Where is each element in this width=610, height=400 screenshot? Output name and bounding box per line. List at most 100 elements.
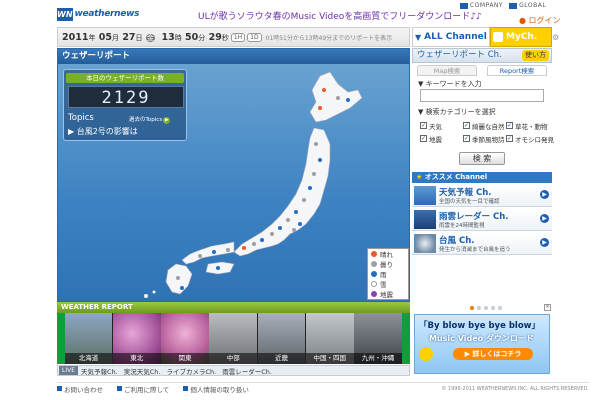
region-label: 関東 bbox=[161, 353, 209, 364]
earthquake-dot-icon bbox=[371, 291, 377, 297]
legend-snow: 雪 bbox=[368, 279, 408, 289]
region-photo[interactable]: 北海道 bbox=[64, 313, 113, 364]
live-item[interactable]: 天気予報Ch. bbox=[81, 366, 118, 376]
checkbox-checked-icon: ✓ bbox=[463, 122, 470, 129]
category-checkbox[interactable]: ✓ 草花・動物 bbox=[506, 121, 549, 131]
weather-report-heading: WEATHER REPORT bbox=[57, 302, 410, 313]
ad-headline: 「By blow bye bye blow」 bbox=[419, 321, 541, 331]
checkbox-checked-icon: ✓ bbox=[420, 135, 427, 142]
close-icon[interactable]: ✕ bbox=[544, 304, 551, 311]
legend-cloudy: 曇り bbox=[368, 259, 408, 269]
footer: お問い合わせ ご利用に際して 個人情報の取り扱い © 1996-2011 WEA… bbox=[57, 382, 589, 394]
region-photo[interactable]: 九州・沖縄 bbox=[354, 313, 402, 364]
copyright: © 1996-2011 WEATHERNEWS INC. ALL RIGHTS … bbox=[441, 385, 589, 392]
ad-cta-button[interactable]: ▶ 詳しくはコチラ bbox=[453, 348, 533, 360]
tab-map-search[interactable]: Map検索 bbox=[417, 65, 477, 76]
company-link[interactable]: COMPANY bbox=[460, 2, 503, 9]
arrow-right-icon: ▶ bbox=[540, 238, 549, 247]
topic-link[interactable]: ▶ 台風2号の影響は bbox=[68, 126, 138, 137]
checkbox-checked-icon: ✓ bbox=[506, 122, 513, 129]
channel-desc: 雨雲を24時間監視 bbox=[439, 223, 485, 229]
terms-label: ご利用に際して bbox=[124, 385, 170, 394]
topics-heading: Topics bbox=[68, 113, 94, 123]
rain-dot-icon bbox=[371, 271, 377, 277]
keyword-input[interactable] bbox=[420, 89, 544, 102]
region-photo[interactable]: 近畿 bbox=[257, 313, 306, 364]
company-link-label: COMPANY bbox=[470, 2, 504, 9]
map-thumbnail-icon bbox=[414, 186, 436, 205]
arrow-right-icon: ▶ bbox=[163, 117, 171, 124]
global-link[interactable]: GLOBAL bbox=[509, 2, 546, 9]
all-channel-tab[interactable]: ▼ ALL Channel bbox=[412, 27, 490, 47]
region-label: 北海道 bbox=[64, 353, 113, 364]
promo-link[interactable]: ULが歌うソラウタ春のMusic Videoを高画質でフリーダウンロード♪♪ bbox=[198, 9, 482, 22]
range-1d-button[interactable]: 1D bbox=[247, 32, 262, 42]
range-note: 01時51分から13時49分までのリポートを表示 bbox=[265, 34, 393, 42]
category-checkbox[interactable]: ✓ 季節風物詩 bbox=[463, 134, 506, 144]
page: WN weathernews ULが歌うソラウタ春のMusic Videoを高画… bbox=[0, 0, 610, 400]
category-checkbox[interactable]: ✓ 綺麗な自然 bbox=[463, 121, 506, 131]
category-checkbox[interactable]: ✓ 天気 bbox=[420, 121, 463, 131]
all-channel-label: ALL Channel bbox=[424, 32, 487, 42]
region-photo[interactable]: 関東 bbox=[161, 313, 209, 364]
header: WN weathernews ULが歌うソラウタ春のMusic Videoを高画… bbox=[0, 0, 610, 27]
typhoon-thumbnail-icon bbox=[414, 234, 436, 253]
carousel-dot[interactable] bbox=[484, 306, 488, 310]
report-count: 2129 bbox=[68, 86, 184, 108]
square-icon bbox=[57, 386, 62, 391]
how-to-use-button[interactable]: 使い方 bbox=[522, 50, 549, 61]
header-links: COMPANY GLOBAL bbox=[460, 2, 546, 9]
carousel-dot[interactable] bbox=[470, 306, 474, 310]
live-item[interactable]: ライブカメラCh. bbox=[166, 366, 216, 376]
carousel-dot[interactable] bbox=[477, 306, 481, 310]
privacy-link[interactable]: 個人情報の取り扱い bbox=[183, 384, 249, 394]
past-topics-link[interactable]: 過去のTopics ▶ bbox=[129, 115, 171, 124]
channel-desc: 全国の天気を一目で確認 bbox=[439, 199, 500, 205]
sunny-dot-icon bbox=[371, 251, 377, 257]
my-channel-tab[interactable]: MyCh. bbox=[490, 27, 552, 47]
terms-link[interactable]: ご利用に際して bbox=[117, 384, 169, 394]
range-1h-button[interactable]: 1H bbox=[230, 32, 246, 42]
region-label: 中部 bbox=[209, 353, 258, 364]
live-item[interactable]: 実況天気Ch. bbox=[124, 366, 161, 376]
search-tabs: Map検索 Report検索 bbox=[412, 65, 552, 76]
weathernews-logo[interactable]: WN weathernews bbox=[57, 7, 139, 21]
recommended-label: オススメ Channel bbox=[424, 173, 488, 181]
panel-title: ウェザーリポート Ch. 使い方 bbox=[412, 48, 552, 63]
checkbox-checked-icon: ✓ bbox=[506, 135, 513, 142]
privacy-label: 個人情報の取り扱い bbox=[190, 385, 249, 394]
logo-text: weathernews bbox=[74, 9, 140, 19]
carousel-dot[interactable] bbox=[498, 306, 502, 310]
live-item[interactable]: 雨雲レーダーCh. bbox=[222, 366, 272, 376]
panel-title-label: ウェザーリポート Ch. bbox=[417, 50, 502, 60]
region-photo[interactable]: 東北 bbox=[112, 313, 161, 364]
topic-label: 台風2号の影響は bbox=[76, 127, 138, 136]
region-photo[interactable]: 中部 bbox=[209, 313, 258, 364]
carousel-dot[interactable] bbox=[491, 306, 495, 310]
global-link-label: GLOBAL bbox=[519, 2, 547, 9]
cloudy-dot-icon bbox=[371, 261, 377, 267]
arrow-right-icon: ▶ bbox=[540, 190, 549, 199]
category-checkboxes: ✓ 天気 ✓ 綺麗な自然 ✓ 草花・動物 ✓ 地震 ✓ 季節風物詩 ✓ オモシロ発見 bbox=[420, 119, 554, 145]
category-checkbox[interactable]: ✓ オモシロ発見 bbox=[506, 134, 554, 144]
character-icon bbox=[419, 347, 433, 361]
login-link[interactable]: ● ログイン bbox=[519, 15, 561, 26]
channel-card-forecast[interactable]: 天気予報 Ch. 全国の天気を一目で確認 ▶ bbox=[412, 184, 552, 207]
region-label: 東北 bbox=[112, 353, 161, 364]
live-tag: LIVE bbox=[59, 366, 79, 375]
weather-report-map[interactable]: ウェザーリポート 本日のウェザーリポート数 2129 Topics 過去のTop… bbox=[57, 48, 410, 302]
contact-link[interactable]: お問い合わせ bbox=[57, 384, 103, 394]
category-checkbox[interactable]: ✓ 地震 bbox=[420, 134, 463, 144]
photo-next-button[interactable] bbox=[402, 313, 411, 364]
search-button[interactable]: 検 索 bbox=[459, 152, 505, 165]
report-counter: 本日のウェザーリポート数 2129 Topics 過去のTopics ▶ ▶ 台風… bbox=[63, 69, 187, 141]
gear-icon[interactable]: ⚙ bbox=[552, 27, 559, 47]
channel-card-radar[interactable]: 雨雲レーダー Ch. 雨雲を24時間監視 ▶ bbox=[412, 208, 552, 231]
date-bar: 2011年 05月 27日 金 13時 50分 29秒 1H 1D 01時51分… bbox=[57, 27, 410, 47]
channel-card-typhoon[interactable]: 台風 Ch. 発生から消滅まで台風を追う ▶ bbox=[412, 232, 552, 255]
tab-report-search[interactable]: Report検索 bbox=[487, 65, 547, 76]
photo-prev-button[interactable] bbox=[57, 313, 65, 364]
music-video-ad[interactable]: 「By blow bye bye blow」 Music Video ダウンロー… bbox=[414, 314, 550, 374]
date-display: 2011年 05月 27日 金 13時 50分 29秒 bbox=[62, 31, 229, 43]
region-photo[interactable]: 中国・四国 bbox=[305, 313, 354, 364]
